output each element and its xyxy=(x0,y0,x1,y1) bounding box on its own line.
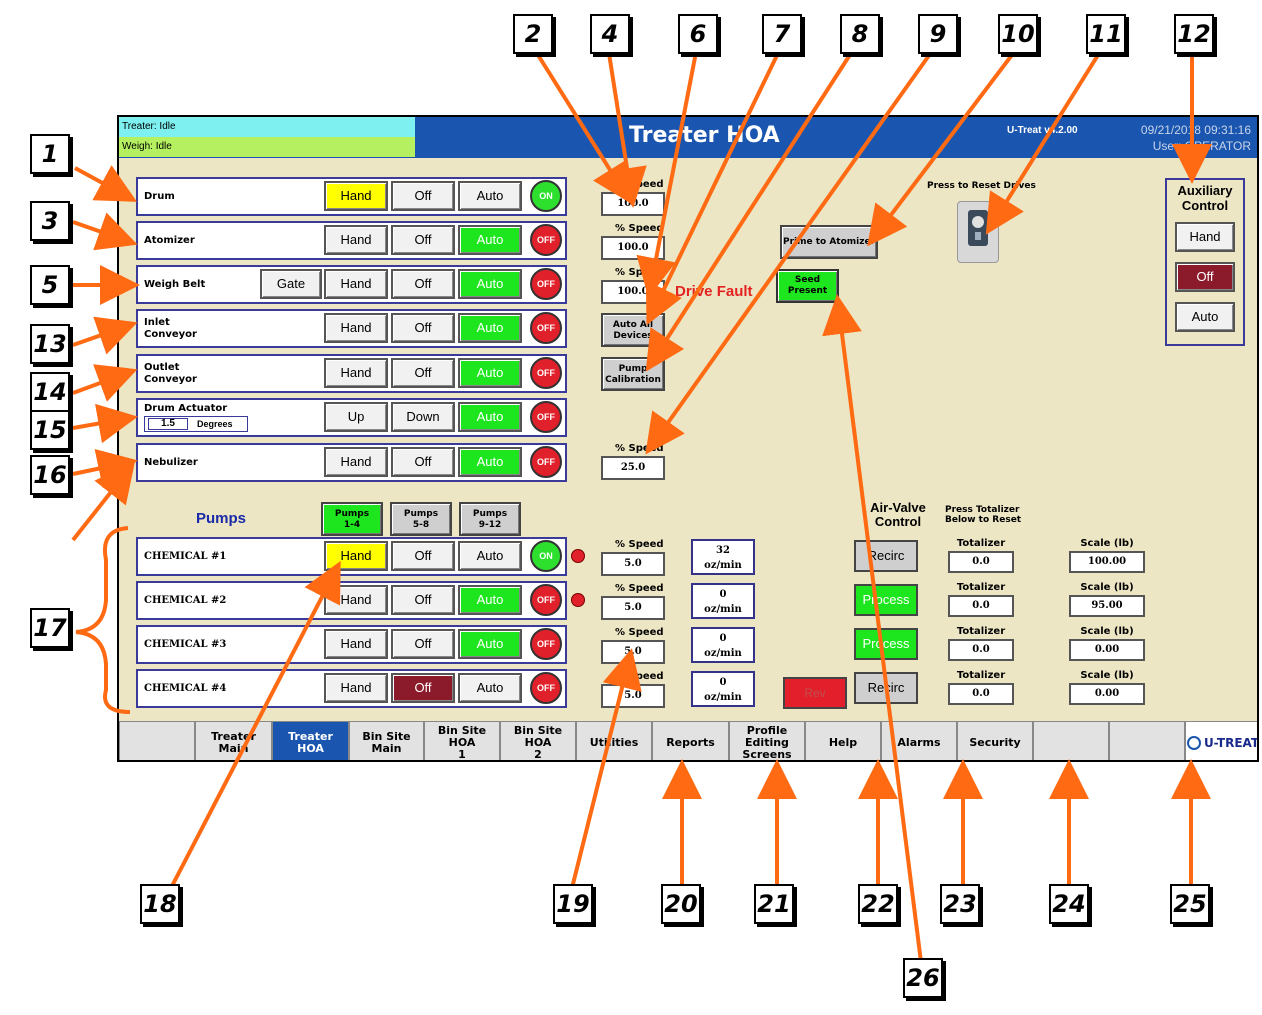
callout-number: 3 xyxy=(30,201,70,241)
callout-number: 6 xyxy=(678,14,718,54)
callout-number: 4 xyxy=(590,14,630,54)
callout-number: 2 xyxy=(513,14,553,54)
callout-number: 17 xyxy=(30,608,70,648)
callout-number: 26 xyxy=(903,958,943,998)
callout-number: 12 xyxy=(1174,14,1214,54)
callout-number: 5 xyxy=(30,265,70,305)
callout-number: 1 xyxy=(30,134,70,174)
callout-number: 18 xyxy=(140,884,180,924)
callout-arrows xyxy=(71,45,1212,963)
callout-number: 23 xyxy=(940,884,980,924)
callout-number: 9 xyxy=(918,14,958,54)
callout-number: 21 xyxy=(754,884,794,924)
callout-number: 20 xyxy=(661,884,701,924)
callout-number: 24 xyxy=(1049,884,1089,924)
callout-number: 13 xyxy=(30,324,70,364)
callout-number: 11 xyxy=(1086,14,1126,54)
callout-number: 15 xyxy=(30,410,70,450)
callout-number: 8 xyxy=(840,14,880,54)
callout-number: 14 xyxy=(30,372,70,412)
callout-number: 25 xyxy=(1170,884,1210,924)
callout-number: 19 xyxy=(553,884,593,924)
callout-number: 7 xyxy=(762,14,802,54)
callout-number: 16 xyxy=(30,455,70,495)
callout-number: 22 xyxy=(858,884,898,924)
callout-number: 10 xyxy=(998,14,1038,54)
